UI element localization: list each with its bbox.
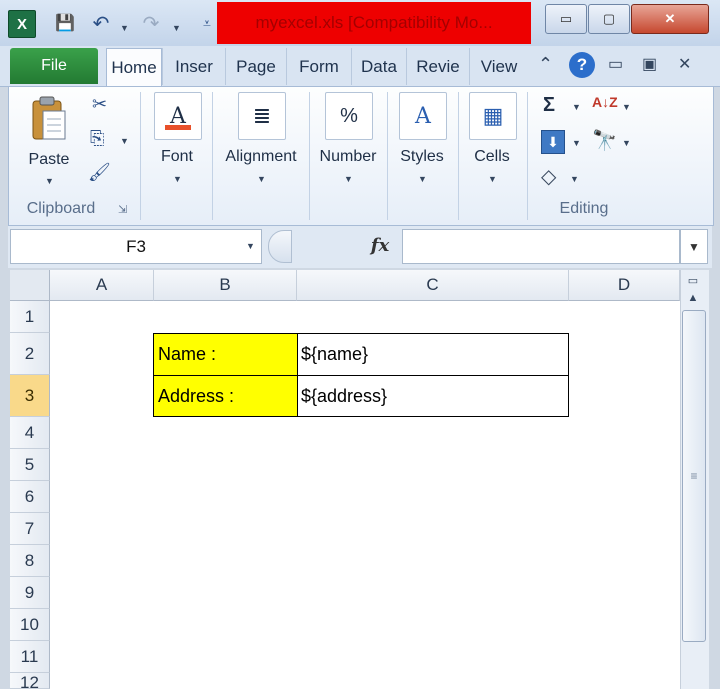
sort-filter-icon[interactable]: A↓Z — [592, 94, 618, 110]
copy-icon[interactable]: ⎘ — [90, 128, 104, 149]
font-button-label[interactable]: Font — [148, 148, 206, 166]
cell-b2[interactable]: Name : — [153, 333, 298, 376]
column-header-c[interactable]: C — [297, 270, 569, 301]
paste-button-label[interactable]: Paste — [18, 151, 80, 169]
row-header-5[interactable]: 5 — [10, 449, 50, 481]
tab-page-layout[interactable]: Page — [225, 48, 286, 85]
sort-filter-dropdown-icon[interactable]: ▼ — [622, 102, 631, 112]
minimize-button[interactable]: ▭ — [545, 4, 587, 34]
window-title: myexcel.xls [Compatibility Mo... — [217, 2, 531, 44]
font-dropdown-icon[interactable]: ▼ — [173, 174, 182, 184]
workbook-minimize-icon[interactable]: ▭ — [608, 54, 623, 74]
autosum-dropdown-icon[interactable]: ▼ — [572, 102, 581, 112]
undo-icon[interactable]: ↶ — [88, 10, 114, 36]
clear-dropdown-icon[interactable]: ▼ — [570, 174, 579, 184]
workbook-close-icon[interactable]: ✕ — [678, 54, 691, 74]
row-header-6[interactable]: 6 — [10, 481, 50, 513]
group-separator — [458, 92, 459, 220]
close-button[interactable]: ✕ — [631, 4, 709, 34]
cell-c3[interactable]: ${address} — [297, 375, 569, 417]
name-box[interactable]: F3 — [10, 229, 262, 264]
column-header-b[interactable]: B — [154, 270, 297, 301]
fill-dropdown-icon[interactable]: ▼ — [572, 138, 581, 148]
number-dropdown-icon[interactable]: ▼ — [344, 174, 353, 184]
group-separator — [212, 92, 213, 220]
tab-insert[interactable]: Inser — [162, 48, 225, 85]
column-header-a[interactable]: A — [50, 270, 154, 301]
formula-input[interactable] — [402, 229, 680, 264]
alignment-button-label[interactable]: Alignment — [216, 148, 306, 166]
number-button-label[interactable]: Number — [312, 148, 384, 166]
collapse-ribbon-icon[interactable]: ⌃ — [538, 54, 553, 75]
row-header-4[interactable]: 4 — [10, 417, 50, 449]
row-header-3[interactable]: 3 — [10, 375, 50, 417]
row-header-10[interactable]: 10 — [10, 609, 50, 641]
row-header-12[interactable]: 12 — [10, 673, 50, 689]
tab-review[interactable]: Revie — [406, 48, 469, 85]
tab-formulas[interactable]: Form — [286, 48, 351, 85]
group-separator — [309, 92, 310, 220]
paste-dropdown-icon[interactable]: ▼ — [45, 176, 54, 186]
scrollbar-thumb[interactable]: ≡ — [682, 310, 706, 642]
column-header-d[interactable]: D — [569, 270, 680, 301]
find-select-icon[interactable]: 🔭 — [592, 128, 617, 153]
select-all-corner[interactable] — [10, 270, 50, 301]
alignment-icon[interactable]: ≣ — [238, 92, 286, 140]
save-icon[interactable]: 💾 — [52, 10, 78, 36]
find-select-dropdown-icon[interactable]: ▼ — [622, 138, 631, 148]
copy-dropdown-icon[interactable]: ▼ — [120, 136, 129, 146]
tab-file[interactable]: File — [10, 48, 98, 84]
tab-data[interactable]: Data — [351, 48, 406, 85]
help-icon[interactable]: ? — [569, 52, 595, 78]
group-separator — [387, 92, 388, 220]
fill-icon[interactable]: ⬇ — [541, 130, 565, 154]
expand-formula-bar-icon[interactable]: ▼ — [680, 229, 708, 264]
formula-bar-splitter[interactable] — [268, 230, 292, 263]
group-separator — [140, 92, 141, 220]
row-header-2[interactable]: 2 — [10, 333, 50, 375]
workbook-restore-icon[interactable]: ▣ — [642, 54, 657, 74]
undo-dropdown-icon[interactable]: ▼ — [120, 18, 129, 36]
maximize-button[interactable]: ▢ — [588, 4, 630, 34]
row-header-8[interactable]: 8 — [10, 545, 50, 577]
group-separator — [527, 92, 528, 220]
cells-icon[interactable]: ▦ — [469, 92, 517, 140]
cells-dropdown-icon[interactable]: ▼ — [488, 174, 497, 184]
scroll-up-icon[interactable]: ▲ — [682, 288, 704, 308]
name-box-value: F3 — [126, 236, 146, 256]
row-header-11[interactable]: 11 — [10, 641, 50, 673]
row-header-1[interactable]: 1 — [10, 301, 50, 333]
redo-icon[interactable]: ↷ — [138, 10, 164, 36]
clear-icon[interactable]: ◇ — [541, 164, 556, 189]
cells-button-label[interactable]: Cells — [462, 148, 522, 166]
tab-view[interactable]: View — [469, 48, 528, 85]
excel-app-icon[interactable]: X — [8, 10, 36, 38]
alignment-dropdown-icon[interactable]: ▼ — [257, 174, 266, 184]
font-icon[interactable]: A — [154, 92, 202, 140]
clipboard-group-label: Clipboard — [26, 200, 96, 217]
split-handle[interactable]: ▭ — [682, 270, 704, 290]
cell-c2[interactable]: ${name} — [297, 333, 569, 376]
styles-icon[interactable]: A — [399, 92, 447, 140]
cut-icon[interactable]: ✂ — [92, 94, 107, 115]
row-header-7[interactable]: 7 — [10, 513, 50, 545]
tab-home[interactable]: Home — [106, 48, 162, 86]
editing-group-label: Editing — [559, 200, 609, 217]
format-painter-icon[interactable]: 🖌 — [88, 162, 111, 183]
name-box-dropdown-icon[interactable]: ▼ — [246, 241, 255, 251]
clipboard-launcher-icon[interactable]: ⇲ — [118, 203, 127, 216]
row-header-9[interactable]: 9 — [10, 577, 50, 609]
number-format-icon[interactable]: % — [325, 92, 373, 140]
styles-button-label[interactable]: Styles — [392, 148, 452, 166]
insert-function-button[interactable]: fx — [360, 229, 400, 262]
paste-icon[interactable] — [26, 94, 72, 144]
styles-dropdown-icon[interactable]: ▼ — [418, 174, 427, 184]
autosum-icon[interactable]: Σ — [543, 94, 555, 117]
redo-dropdown-icon[interactable]: ▼ — [172, 18, 181, 36]
cell-b3[interactable]: Address : — [153, 375, 298, 417]
